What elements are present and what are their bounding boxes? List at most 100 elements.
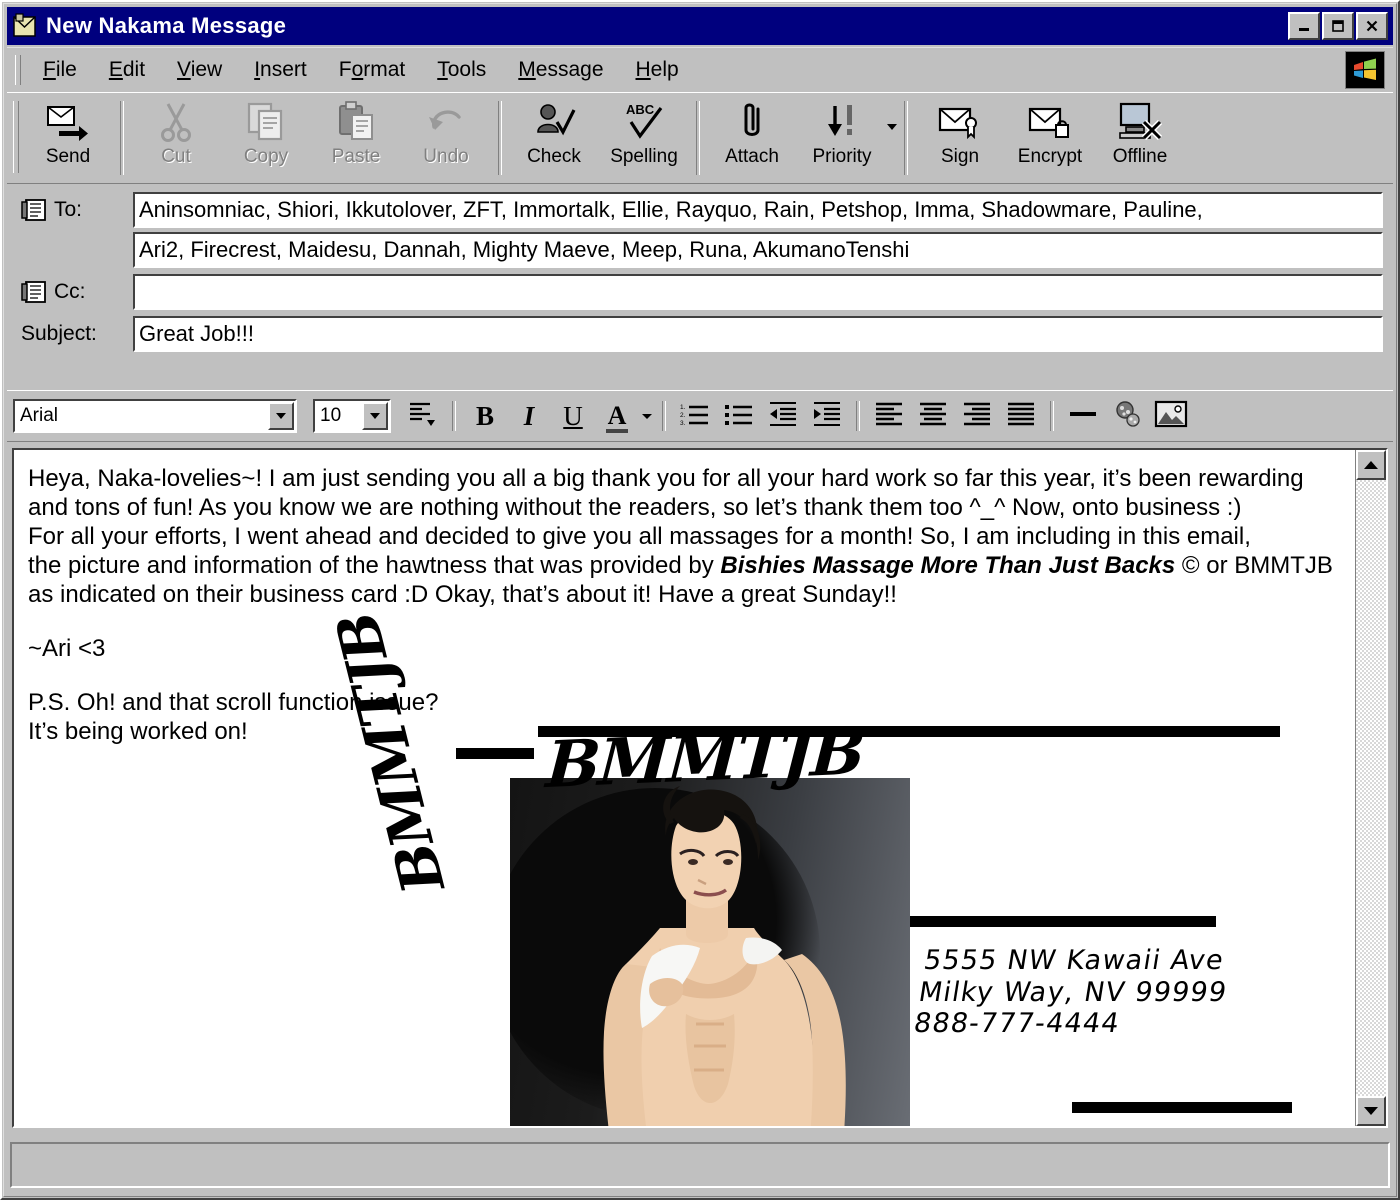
underline-button[interactable]: U xyxy=(551,396,595,436)
justify-button[interactable] xyxy=(999,396,1043,436)
copy-button[interactable]: Copy xyxy=(221,93,311,183)
address-book-icon[interactable] xyxy=(21,281,47,303)
numbered-list-icon: 1. 2. 3. xyxy=(680,401,710,432)
spelling-button[interactable]: ABC Spelling xyxy=(599,93,689,183)
undo-arrow-icon xyxy=(425,97,467,145)
shirtless-male-model-photo xyxy=(510,778,910,1126)
scrollbar-track[interactable] xyxy=(1356,480,1386,1096)
business-card-image[interactable]: BMMTJB BMMTJB 5555 NW Kawaii Ave Milky W… xyxy=(323,607,1314,1126)
toolbar-grip[interactable] xyxy=(13,101,19,173)
close-button[interactable] xyxy=(1356,12,1388,40)
envelope-window-icon xyxy=(12,13,38,39)
to-label-group[interactable]: To: xyxy=(21,198,133,222)
scroll-down-button[interactable] xyxy=(1356,1096,1386,1126)
insert-link-button[interactable] xyxy=(1105,396,1149,436)
align-right-button[interactable] xyxy=(955,396,999,436)
paste-button[interactable]: Paste xyxy=(311,93,401,183)
windows-flag-logo xyxy=(1345,51,1385,89)
status-bar xyxy=(10,1142,1390,1188)
toolbar-separator xyxy=(120,101,124,175)
decrease-indent-button[interactable] xyxy=(761,396,805,436)
font-color-dropdown-icon[interactable] xyxy=(639,396,655,436)
model-figure xyxy=(603,786,846,1126)
subject-value: Great Job!!! xyxy=(139,321,254,346)
to-field-line1[interactable]: Aninsomniac, Shiori, Ikkutolover, ZFT, I… xyxy=(133,192,1383,228)
body-line-4-post: © or BMMTJB xyxy=(1175,552,1333,580)
subject-label: Subject: xyxy=(21,322,97,345)
main-toolbar: Send Cut Copy Paste Undo Check ABC Spell… xyxy=(7,92,1393,184)
attach-button[interactable]: Attach xyxy=(707,93,797,183)
title-bar: New Nakama Message xyxy=(7,7,1393,45)
encrypt-label: Encrypt xyxy=(1017,146,1083,167)
menu-item-edit[interactable]: Edit xyxy=(93,54,161,86)
scissors-icon xyxy=(156,97,196,145)
font-size-value: 10 xyxy=(320,405,342,426)
menu-item-file[interactable]: File xyxy=(27,54,93,86)
abc-check-icon: ABC xyxy=(621,97,667,145)
subject-field[interactable]: Great Job!!! xyxy=(133,316,1383,352)
svg-text:1.: 1. xyxy=(680,404,686,411)
send-envelope-icon xyxy=(45,97,91,145)
priority-arrow-icon xyxy=(822,97,862,145)
address-book-icon[interactable] xyxy=(21,199,47,221)
align-center-button[interactable] xyxy=(911,396,955,436)
align-right-icon xyxy=(962,401,992,432)
increase-indent-button[interactable] xyxy=(805,396,849,436)
sign-button[interactable]: Sign xyxy=(915,93,1005,183)
body-line-1: Heya, Naka-lovelies~! I am just sending … xyxy=(28,465,1304,492)
font-color-button[interactable]: A xyxy=(595,396,639,436)
check-button[interactable]: Check xyxy=(509,93,599,183)
undo-button[interactable]: Undo xyxy=(401,93,491,183)
horizontal-rule-icon xyxy=(1067,401,1099,432)
copy-pages-icon xyxy=(245,97,287,145)
encrypt-button[interactable]: Encrypt xyxy=(1005,93,1095,183)
menu-item-message[interactable]: Message xyxy=(502,54,619,86)
menu-item-help[interactable]: Help xyxy=(620,54,695,86)
menu-bar: File Edit View Insert Format Tools Messa… xyxy=(7,47,1393,92)
menubar-grip[interactable] xyxy=(15,55,21,85)
paste-label: Paste xyxy=(331,146,381,167)
toolbar-separator xyxy=(904,101,908,175)
menu-item-format[interactable]: Format xyxy=(323,54,422,86)
menu-item-insert[interactable]: Insert xyxy=(238,54,323,86)
clipboard-icon xyxy=(335,97,377,145)
scroll-up-button[interactable] xyxy=(1356,450,1386,480)
underline-icon: U xyxy=(563,400,583,431)
font-size-combo[interactable]: 10 xyxy=(313,399,391,433)
font-size-dropdown-icon[interactable] xyxy=(362,402,388,430)
body-line-4-pre: the picture and information of the hawtn… xyxy=(28,552,721,580)
minimize-button[interactable] xyxy=(1288,12,1320,40)
body-signature: ~Ari <3 xyxy=(28,635,106,663)
to-field-line2[interactable]: Ari2, Firecrest, Maidesu, Dannah, Mighty… xyxy=(133,232,1383,268)
menu-item-view[interactable]: View xyxy=(161,54,238,86)
offline-button[interactable]: Offline xyxy=(1095,93,1185,183)
card-bar-top-left xyxy=(456,748,534,759)
font-family-dropdown-icon[interactable] xyxy=(268,402,294,430)
horizontal-rule-button[interactable] xyxy=(1061,396,1105,436)
send-button[interactable]: Send xyxy=(23,93,113,183)
check-names-icon xyxy=(532,97,576,145)
maximize-button[interactable] xyxy=(1322,12,1354,40)
undo-label: Undo xyxy=(423,146,469,167)
align-left-icon xyxy=(874,401,904,432)
italic-button[interactable]: I xyxy=(507,396,551,436)
bulleted-list-button[interactable] xyxy=(717,396,761,436)
priority-dropdown-arrow-icon[interactable] xyxy=(887,93,897,183)
menu-item-tools[interactable]: Tools xyxy=(421,54,502,86)
body-vertical-scrollbar[interactable] xyxy=(1355,450,1386,1126)
numbered-list-button[interactable]: 1. 2. 3. xyxy=(673,396,717,436)
align-left-button[interactable] xyxy=(867,396,911,436)
paragraph-style-button[interactable] xyxy=(401,396,445,436)
cc-field[interactable] xyxy=(133,274,1383,310)
message-body-area[interactable]: Heya, Naka-lovelies~! I am just sending … xyxy=(12,448,1388,1128)
bold-button[interactable]: B xyxy=(463,396,507,436)
priority-button[interactable]: Priority xyxy=(797,93,887,183)
window-controls xyxy=(1288,12,1390,40)
align-center-icon xyxy=(918,401,948,432)
font-family-combo[interactable]: Arial xyxy=(13,399,297,433)
insert-picture-button[interactable] xyxy=(1149,396,1193,436)
cut-label: Cut xyxy=(161,146,191,167)
cut-button[interactable]: Cut xyxy=(131,93,221,183)
svg-text:ABC: ABC xyxy=(626,102,655,117)
cc-label-group[interactable]: Cc: xyxy=(21,280,133,304)
